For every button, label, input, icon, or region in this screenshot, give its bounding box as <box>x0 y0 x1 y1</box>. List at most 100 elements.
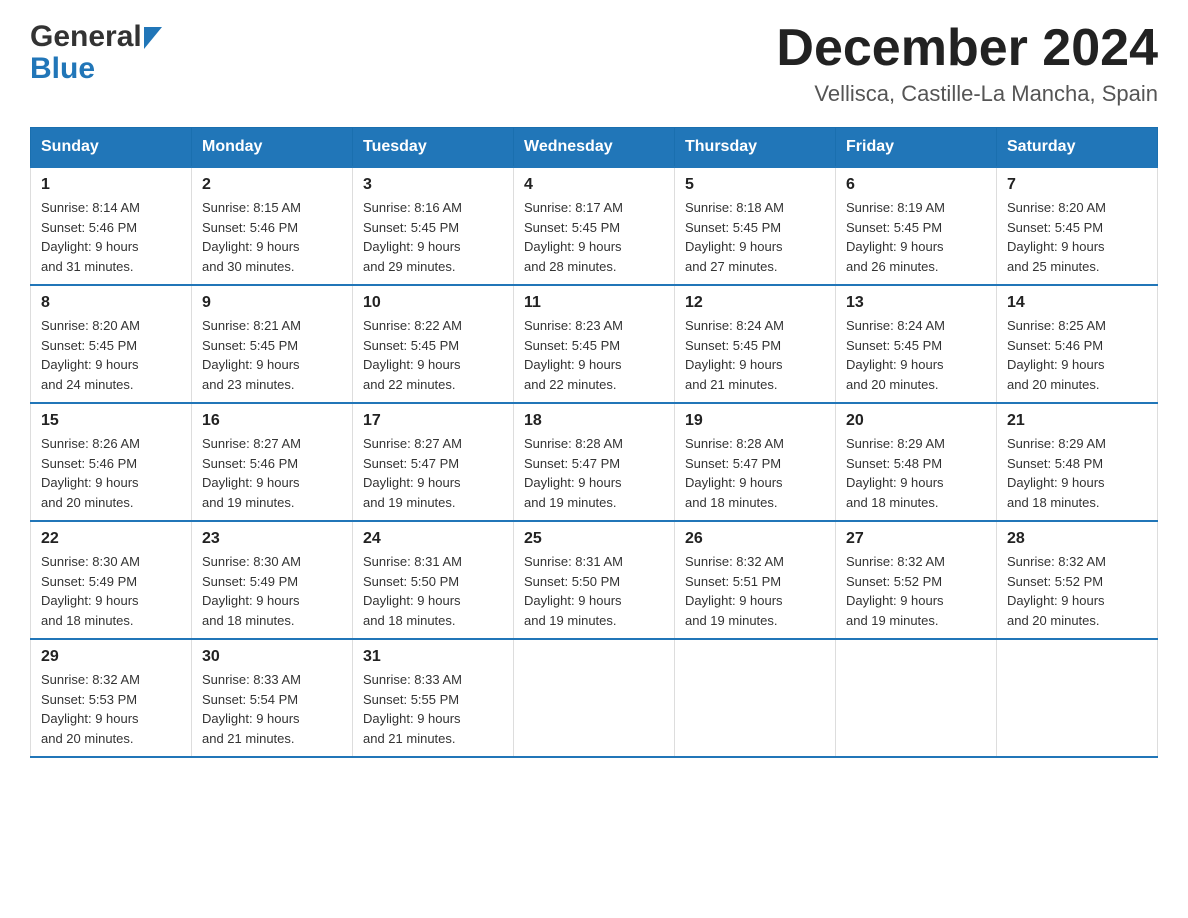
day-info: Sunrise: 8:32 AM Sunset: 5:52 PM Dayligh… <box>1007 552 1147 630</box>
logo-text-blue: Blue <box>30 54 162 84</box>
table-row: 4 Sunrise: 8:17 AM Sunset: 5:45 PM Dayli… <box>514 167 675 285</box>
table-row <box>675 639 836 757</box>
table-row: 19 Sunrise: 8:28 AM Sunset: 5:47 PM Dayl… <box>675 403 836 521</box>
day-info: Sunrise: 8:16 AM Sunset: 5:45 PM Dayligh… <box>363 198 503 276</box>
calendar-header-row: Sunday Monday Tuesday Wednesday Thursday… <box>31 128 1158 168</box>
day-info: Sunrise: 8:23 AM Sunset: 5:45 PM Dayligh… <box>524 316 664 394</box>
table-row: 18 Sunrise: 8:28 AM Sunset: 5:47 PM Dayl… <box>514 403 675 521</box>
day-info: Sunrise: 8:29 AM Sunset: 5:48 PM Dayligh… <box>846 434 986 512</box>
col-tuesday: Tuesday <box>353 128 514 168</box>
table-row: 17 Sunrise: 8:27 AM Sunset: 5:47 PM Dayl… <box>353 403 514 521</box>
day-number: 19 <box>685 412 825 430</box>
day-info: Sunrise: 8:27 AM Sunset: 5:46 PM Dayligh… <box>202 434 342 512</box>
day-info: Sunrise: 8:32 AM Sunset: 5:51 PM Dayligh… <box>685 552 825 630</box>
day-number: 28 <box>1007 530 1147 548</box>
table-row: 21 Sunrise: 8:29 AM Sunset: 5:48 PM Dayl… <box>997 403 1158 521</box>
day-number: 25 <box>524 530 664 548</box>
day-info: Sunrise: 8:19 AM Sunset: 5:45 PM Dayligh… <box>846 198 986 276</box>
day-number: 22 <box>41 530 181 548</box>
table-row: 20 Sunrise: 8:29 AM Sunset: 5:48 PM Dayl… <box>836 403 997 521</box>
day-number: 21 <box>1007 412 1147 430</box>
day-number: 6 <box>846 176 986 194</box>
day-info: Sunrise: 8:28 AM Sunset: 5:47 PM Dayligh… <box>685 434 825 512</box>
table-row: 2 Sunrise: 8:15 AM Sunset: 5:46 PM Dayli… <box>192 167 353 285</box>
day-info: Sunrise: 8:26 AM Sunset: 5:46 PM Dayligh… <box>41 434 181 512</box>
table-row: 28 Sunrise: 8:32 AM Sunset: 5:52 PM Dayl… <box>997 521 1158 639</box>
day-info: Sunrise: 8:24 AM Sunset: 5:45 PM Dayligh… <box>685 316 825 394</box>
day-info: Sunrise: 8:22 AM Sunset: 5:45 PM Dayligh… <box>363 316 503 394</box>
table-row: 10 Sunrise: 8:22 AM Sunset: 5:45 PM Dayl… <box>353 285 514 403</box>
day-info: Sunrise: 8:31 AM Sunset: 5:50 PM Dayligh… <box>363 552 503 630</box>
day-number: 9 <box>202 294 342 312</box>
calendar-week-row: 8 Sunrise: 8:20 AM Sunset: 5:45 PM Dayli… <box>31 285 1158 403</box>
table-row: 30 Sunrise: 8:33 AM Sunset: 5:54 PM Dayl… <box>192 639 353 757</box>
day-number: 8 <box>41 294 181 312</box>
table-row: 16 Sunrise: 8:27 AM Sunset: 5:46 PM Dayl… <box>192 403 353 521</box>
logo: General Blue <box>30 20 162 84</box>
day-info: Sunrise: 8:21 AM Sunset: 5:45 PM Dayligh… <box>202 316 342 394</box>
table-row: 29 Sunrise: 8:32 AM Sunset: 5:53 PM Dayl… <box>31 639 192 757</box>
day-number: 17 <box>363 412 503 430</box>
table-row: 25 Sunrise: 8:31 AM Sunset: 5:50 PM Dayl… <box>514 521 675 639</box>
table-row: 1 Sunrise: 8:14 AM Sunset: 5:46 PM Dayli… <box>31 167 192 285</box>
calendar-week-row: 15 Sunrise: 8:26 AM Sunset: 5:46 PM Dayl… <box>31 403 1158 521</box>
day-number: 15 <box>41 412 181 430</box>
col-thursday: Thursday <box>675 128 836 168</box>
day-number: 13 <box>846 294 986 312</box>
col-sunday: Sunday <box>31 128 192 168</box>
day-number: 7 <box>1007 176 1147 194</box>
day-info: Sunrise: 8:28 AM Sunset: 5:47 PM Dayligh… <box>524 434 664 512</box>
table-row: 9 Sunrise: 8:21 AM Sunset: 5:45 PM Dayli… <box>192 285 353 403</box>
table-row: 7 Sunrise: 8:20 AM Sunset: 5:45 PM Dayli… <box>997 167 1158 285</box>
day-number: 3 <box>363 176 503 194</box>
table-row: 13 Sunrise: 8:24 AM Sunset: 5:45 PM Dayl… <box>836 285 997 403</box>
logo-text-general: General <box>30 20 142 54</box>
day-number: 26 <box>685 530 825 548</box>
table-row: 14 Sunrise: 8:25 AM Sunset: 5:46 PM Dayl… <box>997 285 1158 403</box>
day-number: 29 <box>41 648 181 666</box>
col-friday: Friday <box>836 128 997 168</box>
day-number: 1 <box>41 176 181 194</box>
day-info: Sunrise: 8:33 AM Sunset: 5:55 PM Dayligh… <box>363 670 503 748</box>
day-info: Sunrise: 8:15 AM Sunset: 5:46 PM Dayligh… <box>202 198 342 276</box>
page-header: General Blue December 2024 Vellisca, Cas… <box>30 20 1158 107</box>
table-row <box>514 639 675 757</box>
title-block: December 2024 Vellisca, Castille-La Manc… <box>776 20 1158 107</box>
table-row <box>836 639 997 757</box>
table-row: 22 Sunrise: 8:30 AM Sunset: 5:49 PM Dayl… <box>31 521 192 639</box>
logo-arrow-icon <box>144 27 162 49</box>
table-row: 5 Sunrise: 8:18 AM Sunset: 5:45 PM Dayli… <box>675 167 836 285</box>
day-number: 16 <box>202 412 342 430</box>
day-number: 27 <box>846 530 986 548</box>
day-number: 14 <box>1007 294 1147 312</box>
day-info: Sunrise: 8:20 AM Sunset: 5:45 PM Dayligh… <box>1007 198 1147 276</box>
day-info: Sunrise: 8:30 AM Sunset: 5:49 PM Dayligh… <box>202 552 342 630</box>
day-info: Sunrise: 8:20 AM Sunset: 5:45 PM Dayligh… <box>41 316 181 394</box>
calendar-table: Sunday Monday Tuesday Wednesday Thursday… <box>30 127 1158 758</box>
calendar-week-row: 29 Sunrise: 8:32 AM Sunset: 5:53 PM Dayl… <box>31 639 1158 757</box>
day-info: Sunrise: 8:30 AM Sunset: 5:49 PM Dayligh… <box>41 552 181 630</box>
table-row: 26 Sunrise: 8:32 AM Sunset: 5:51 PM Dayl… <box>675 521 836 639</box>
calendar-week-row: 1 Sunrise: 8:14 AM Sunset: 5:46 PM Dayli… <box>31 167 1158 285</box>
table-row: 6 Sunrise: 8:19 AM Sunset: 5:45 PM Dayli… <box>836 167 997 285</box>
day-number: 2 <box>202 176 342 194</box>
day-info: Sunrise: 8:24 AM Sunset: 5:45 PM Dayligh… <box>846 316 986 394</box>
table-row: 3 Sunrise: 8:16 AM Sunset: 5:45 PM Dayli… <box>353 167 514 285</box>
table-row: 27 Sunrise: 8:32 AM Sunset: 5:52 PM Dayl… <box>836 521 997 639</box>
table-row: 23 Sunrise: 8:30 AM Sunset: 5:49 PM Dayl… <box>192 521 353 639</box>
day-info: Sunrise: 8:27 AM Sunset: 5:47 PM Dayligh… <box>363 434 503 512</box>
day-info: Sunrise: 8:18 AM Sunset: 5:45 PM Dayligh… <box>685 198 825 276</box>
day-number: 5 <box>685 176 825 194</box>
logo-name: General Blue <box>30 20 162 84</box>
day-number: 30 <box>202 648 342 666</box>
day-info: Sunrise: 8:29 AM Sunset: 5:48 PM Dayligh… <box>1007 434 1147 512</box>
day-number: 11 <box>524 294 664 312</box>
day-info: Sunrise: 8:32 AM Sunset: 5:52 PM Dayligh… <box>846 552 986 630</box>
day-info: Sunrise: 8:14 AM Sunset: 5:46 PM Dayligh… <box>41 198 181 276</box>
table-row: 15 Sunrise: 8:26 AM Sunset: 5:46 PM Dayl… <box>31 403 192 521</box>
day-number: 20 <box>846 412 986 430</box>
day-number: 24 <box>363 530 503 548</box>
day-info: Sunrise: 8:33 AM Sunset: 5:54 PM Dayligh… <box>202 670 342 748</box>
col-wednesday: Wednesday <box>514 128 675 168</box>
day-number: 4 <box>524 176 664 194</box>
